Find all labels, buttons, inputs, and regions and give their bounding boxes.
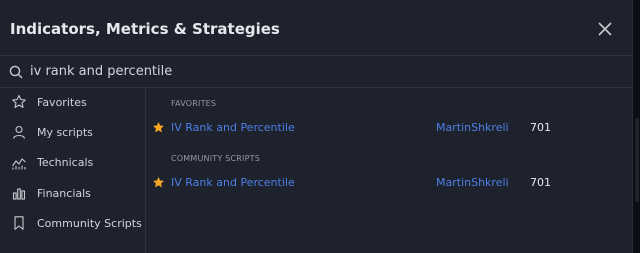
sidebar-item-my-scripts[interactable]: My scripts <box>0 117 145 147</box>
sidebar-item-technicals[interactable]: Technicals <box>0 148 145 178</box>
script-likes: 701 <box>530 176 551 189</box>
scrollbar-track[interactable] <box>633 0 640 253</box>
script-name[interactable]: IV Rank and Percentile <box>171 121 295 134</box>
star-filled-icon[interactable] <box>152 121 165 134</box>
sidebar-item-label: Favorites <box>37 95 87 109</box>
script-author[interactable]: MartinShkreli <box>436 121 509 134</box>
search-icon <box>9 65 23 78</box>
sidebar: Favorites My scripts Technicals Financia… <box>0 87 146 253</box>
script-author[interactable]: MartinShkreli <box>436 176 509 189</box>
sidebar-item-financials[interactable]: Financials <box>0 178 145 208</box>
script-name[interactable]: IV Rank and Percentile <box>171 176 295 189</box>
close-button[interactable] <box>596 20 614 38</box>
sidebar-item-label: My scripts <box>37 125 93 139</box>
section-title-community: COMMUNITY SCRIPTS <box>171 154 260 163</box>
sidebar-item-favorites[interactable]: Favorites <box>0 87 145 117</box>
sidebar-item-label: Technicals <box>37 156 94 170</box>
indicators-dialog: Indicators, Metrics & Strategies Favorit… <box>0 0 633 253</box>
sidebar-item-label: Financials <box>37 186 91 200</box>
user-icon <box>11 124 27 140</box>
sidebar-item-community-scripts[interactable]: Community Scripts <box>0 208 145 238</box>
star-filled-icon[interactable] <box>152 176 165 189</box>
bookmark-icon <box>11 215 27 231</box>
dialog-title: Indicators, Metrics & Strategies <box>10 20 280 38</box>
result-row[interactable]: IV Rank and Percentile MartinShkreli 701 <box>146 118 632 138</box>
dialog-header: Indicators, Metrics & Strategies <box>0 4 632 54</box>
result-row[interactable]: IV Rank and Percentile MartinShkreli 701 <box>146 173 632 193</box>
scrollbar-thumb[interactable] <box>635 118 639 202</box>
search-input[interactable] <box>30 60 590 83</box>
bar-chart-icon <box>11 185 27 201</box>
section-title-favorites: FAVORITES <box>171 99 217 108</box>
star-outline-icon <box>11 94 27 110</box>
technicals-chart-icon <box>11 155 27 171</box>
sidebar-item-label: Community Scripts <box>37 216 142 230</box>
results-panel: FAVORITES IV Rank and Percentile MartinS… <box>146 87 632 253</box>
search-bar <box>0 55 632 88</box>
close-icon <box>598 22 612 36</box>
script-likes: 701 <box>530 121 551 134</box>
